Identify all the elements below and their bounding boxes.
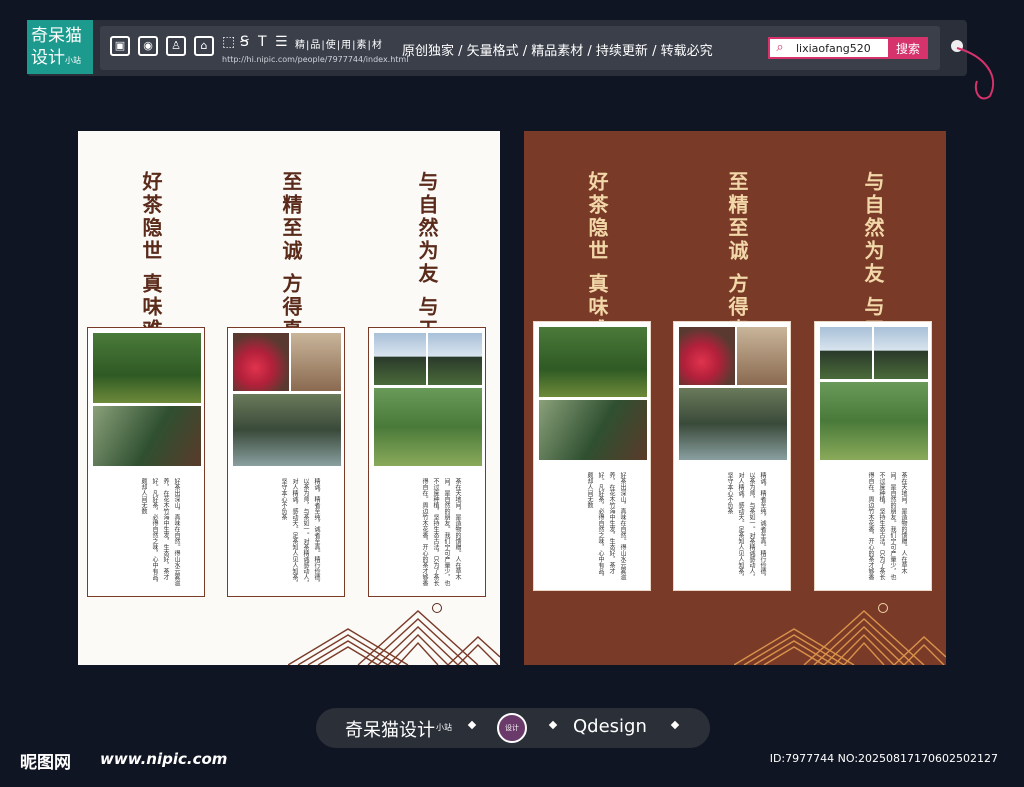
site-url[interactable]: www.nipic.com bbox=[100, 750, 227, 768]
flower-photo bbox=[233, 333, 289, 391]
slogan: 原创独家 / 矢量格式 / 精品素材 / 持续更新 / 转载必究 bbox=[402, 44, 713, 59]
footer-qdesign: Qdesign bbox=[573, 716, 647, 737]
poster-panel: 茶在天地间，是造物的馈赠。人在草木间，是自然的朋友。我们宁可产量少，也不过度种植… bbox=[814, 321, 932, 591]
logo-text-2: 设计 bbox=[31, 48, 65, 68]
brand-badge: 设计 bbox=[497, 713, 527, 743]
dress-icon[interactable]: ♙ bbox=[166, 36, 186, 56]
search-input[interactable] bbox=[796, 39, 888, 57]
search-icon[interactable]: ⌕ bbox=[770, 39, 790, 57]
panel-text: 好茶出深山，真味在自然。得山水云雾滋养，在花木竹海中生发，生态好，茶才好。凡好茶… bbox=[140, 478, 180, 586]
logo-small-text: 小站 bbox=[65, 56, 81, 65]
toolbar-label: 精|品|使|用|素|材 bbox=[295, 40, 383, 51]
mountain-photo bbox=[374, 333, 426, 385]
site-logo[interactable]: 昵图网 bbox=[20, 748, 71, 773]
gift-icon[interactable]: ▣ bbox=[110, 36, 130, 56]
panel-text: 精诚，精者至纯，诚者至真。精行俭德，以茶为师，与茶如一。对茶精诚感动人，对人精诚… bbox=[726, 472, 766, 580]
tea-field-photo bbox=[374, 388, 482, 466]
poster-dark: 好茶隐世 真味难得 至精至诚 方得真味 与自然为友 与天地对话 好茶出深山，真味… bbox=[524, 131, 946, 665]
panel-text: 茶在天地间，是造物的馈赠。人在草木间，是自然的朋友。我们宁可产量少，也不过度种植… bbox=[867, 472, 907, 580]
tea-field-photo bbox=[820, 382, 928, 460]
poster-panel: 茶在天地间，是造物的馈赠。人在草木间，是自然的朋友。我们宁可产量少，也不过度种植… bbox=[368, 327, 486, 597]
brand-logo: 奇呆猫 设计小站 bbox=[27, 20, 93, 74]
search-button[interactable]: 搜索 bbox=[888, 37, 928, 59]
camera-icon[interactable]: ◉ bbox=[138, 36, 158, 56]
tea-leaf-photo bbox=[539, 400, 647, 460]
panel-text: 精诚，精者至纯，诚者至真。精行俭德，以茶为师，与茶如一。对茶精诚感动人，对人精诚… bbox=[280, 478, 320, 586]
bag-icon[interactable]: ⌂ bbox=[194, 36, 214, 56]
footer-brand: 奇呆猫设计 bbox=[345, 720, 435, 741]
text-icon[interactable]: T bbox=[258, 34, 267, 50]
poster-panel: 精诚，精者至纯，诚者至真。精行俭德，以茶为师，与茶如一。对茶精诚感动人，对人精诚… bbox=[673, 321, 791, 591]
mountain-pattern-icon bbox=[288, 610, 500, 665]
crop-icon[interactable]: ⬚ bbox=[222, 34, 235, 50]
mountain-photo bbox=[820, 327, 872, 379]
panel-text: 好茶出深山，真味在自然。得山水云雾滋养，在花木竹海中生发，生态好，茶才好。凡好茶… bbox=[586, 472, 626, 580]
poster-panel: 好茶出深山，真味在自然。得山水云雾滋养，在花木竹海中生发，生态好，茶才好。凡好茶… bbox=[87, 327, 205, 597]
mountain-photo bbox=[874, 327, 928, 379]
type-icon[interactable]: Ꞩ bbox=[240, 34, 249, 50]
house-photo bbox=[291, 333, 341, 391]
tea-picker-photo bbox=[539, 327, 647, 397]
waterfall-photo bbox=[233, 394, 341, 466]
mountain-photo bbox=[428, 333, 482, 385]
tea-picker-photo bbox=[93, 333, 201, 403]
waterfall-photo bbox=[679, 388, 787, 460]
poster-light: 好茶隐世 真味难得 至精至诚 方得真味 与自然为友 与天地对话 好茶出深山，真味… bbox=[78, 131, 500, 665]
tag-string-icon bbox=[956, 47, 995, 100]
poster-panel: 精诚，精者至纯，诚者至真。精行俭德，以茶为师，与茶如一。对茶精诚感动人，对人精诚… bbox=[227, 327, 345, 597]
image-id-text: ID:7977744 NO:20250817170602502127 bbox=[769, 752, 998, 765]
mountain-pattern-icon bbox=[734, 610, 946, 665]
house-photo bbox=[737, 327, 787, 385]
profile-url[interactable]: http://hi.nipic.com/people/7977744/index… bbox=[222, 55, 408, 64]
footer-brand-small: 小站 bbox=[436, 723, 452, 732]
logo-text-1: 奇呆猫 bbox=[31, 26, 82, 46]
tea-leaf-photo bbox=[93, 406, 201, 466]
panel-text: 茶在天地间，是造物的馈赠。人在草木间，是自然的朋友。我们宁可产量少，也不过度种植… bbox=[421, 478, 461, 586]
list-icon[interactable]: ☰ bbox=[275, 34, 288, 50]
flower-photo bbox=[679, 327, 735, 385]
poster-panel: 好茶出深山，真味在自然。得山水云雾滋养，在花木竹海中生发，生态好，茶才好。凡好茶… bbox=[533, 321, 651, 591]
